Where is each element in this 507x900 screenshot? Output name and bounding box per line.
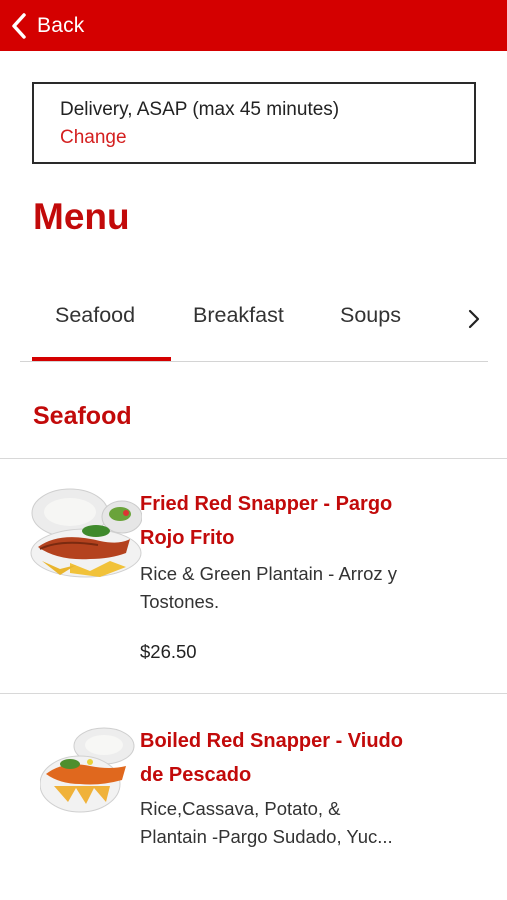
- fried-fish-dish-image: [30, 488, 142, 578]
- category-tabs: Seafood Breakfast Soups: [20, 293, 488, 363]
- menu-item[interactable]: Fried Red Snapper - Pargo Rojo Frito Ric…: [0, 459, 507, 693]
- back-button[interactable]: Back: [10, 10, 85, 42]
- top-bar: Back: [0, 0, 507, 51]
- item-description: Tostones.: [140, 591, 220, 612]
- item-description: Rice & Green Plantain - Arroz y: [140, 563, 398, 584]
- section-title: Seafood: [33, 402, 132, 430]
- menu-item[interactable]: Boiled Red Snapper - Viudo de Pescado Ri…: [0, 694, 507, 900]
- tabs-divider: [20, 361, 488, 362]
- back-label: Back: [37, 14, 85, 37]
- boiled-fish-dish-image: [40, 727, 135, 813]
- item-name: Fried Red Snapper - Pargo: [140, 493, 393, 515]
- delivery-info-box: Delivery, ASAP (max 45 minutes) Change: [32, 82, 476, 164]
- chevron-right-icon[interactable]: [466, 307, 482, 331]
- change-delivery-link[interactable]: Change: [60, 127, 127, 149]
- page-title: Menu: [33, 196, 130, 237]
- item-name: de Pescado: [140, 764, 252, 786]
- delivery-text: Delivery, ASAP (max 45 minutes): [60, 99, 340, 120]
- chevron-left-icon: [12, 13, 26, 39]
- item-name: Boiled Red Snapper - Viudo: [140, 730, 403, 752]
- item-description: Plantain -Pargo Sudado, Yuc...: [140, 826, 393, 847]
- tab-soups[interactable]: Soups: [340, 303, 401, 328]
- item-name: Rojo Frito: [140, 527, 235, 549]
- item-description: Rice,Cassava, Potato, &: [140, 798, 341, 819]
- tab-seafood[interactable]: Seafood: [55, 303, 135, 328]
- item-price: $26.50: [140, 641, 197, 662]
- tab-breakfast[interactable]: Breakfast: [193, 303, 284, 328]
